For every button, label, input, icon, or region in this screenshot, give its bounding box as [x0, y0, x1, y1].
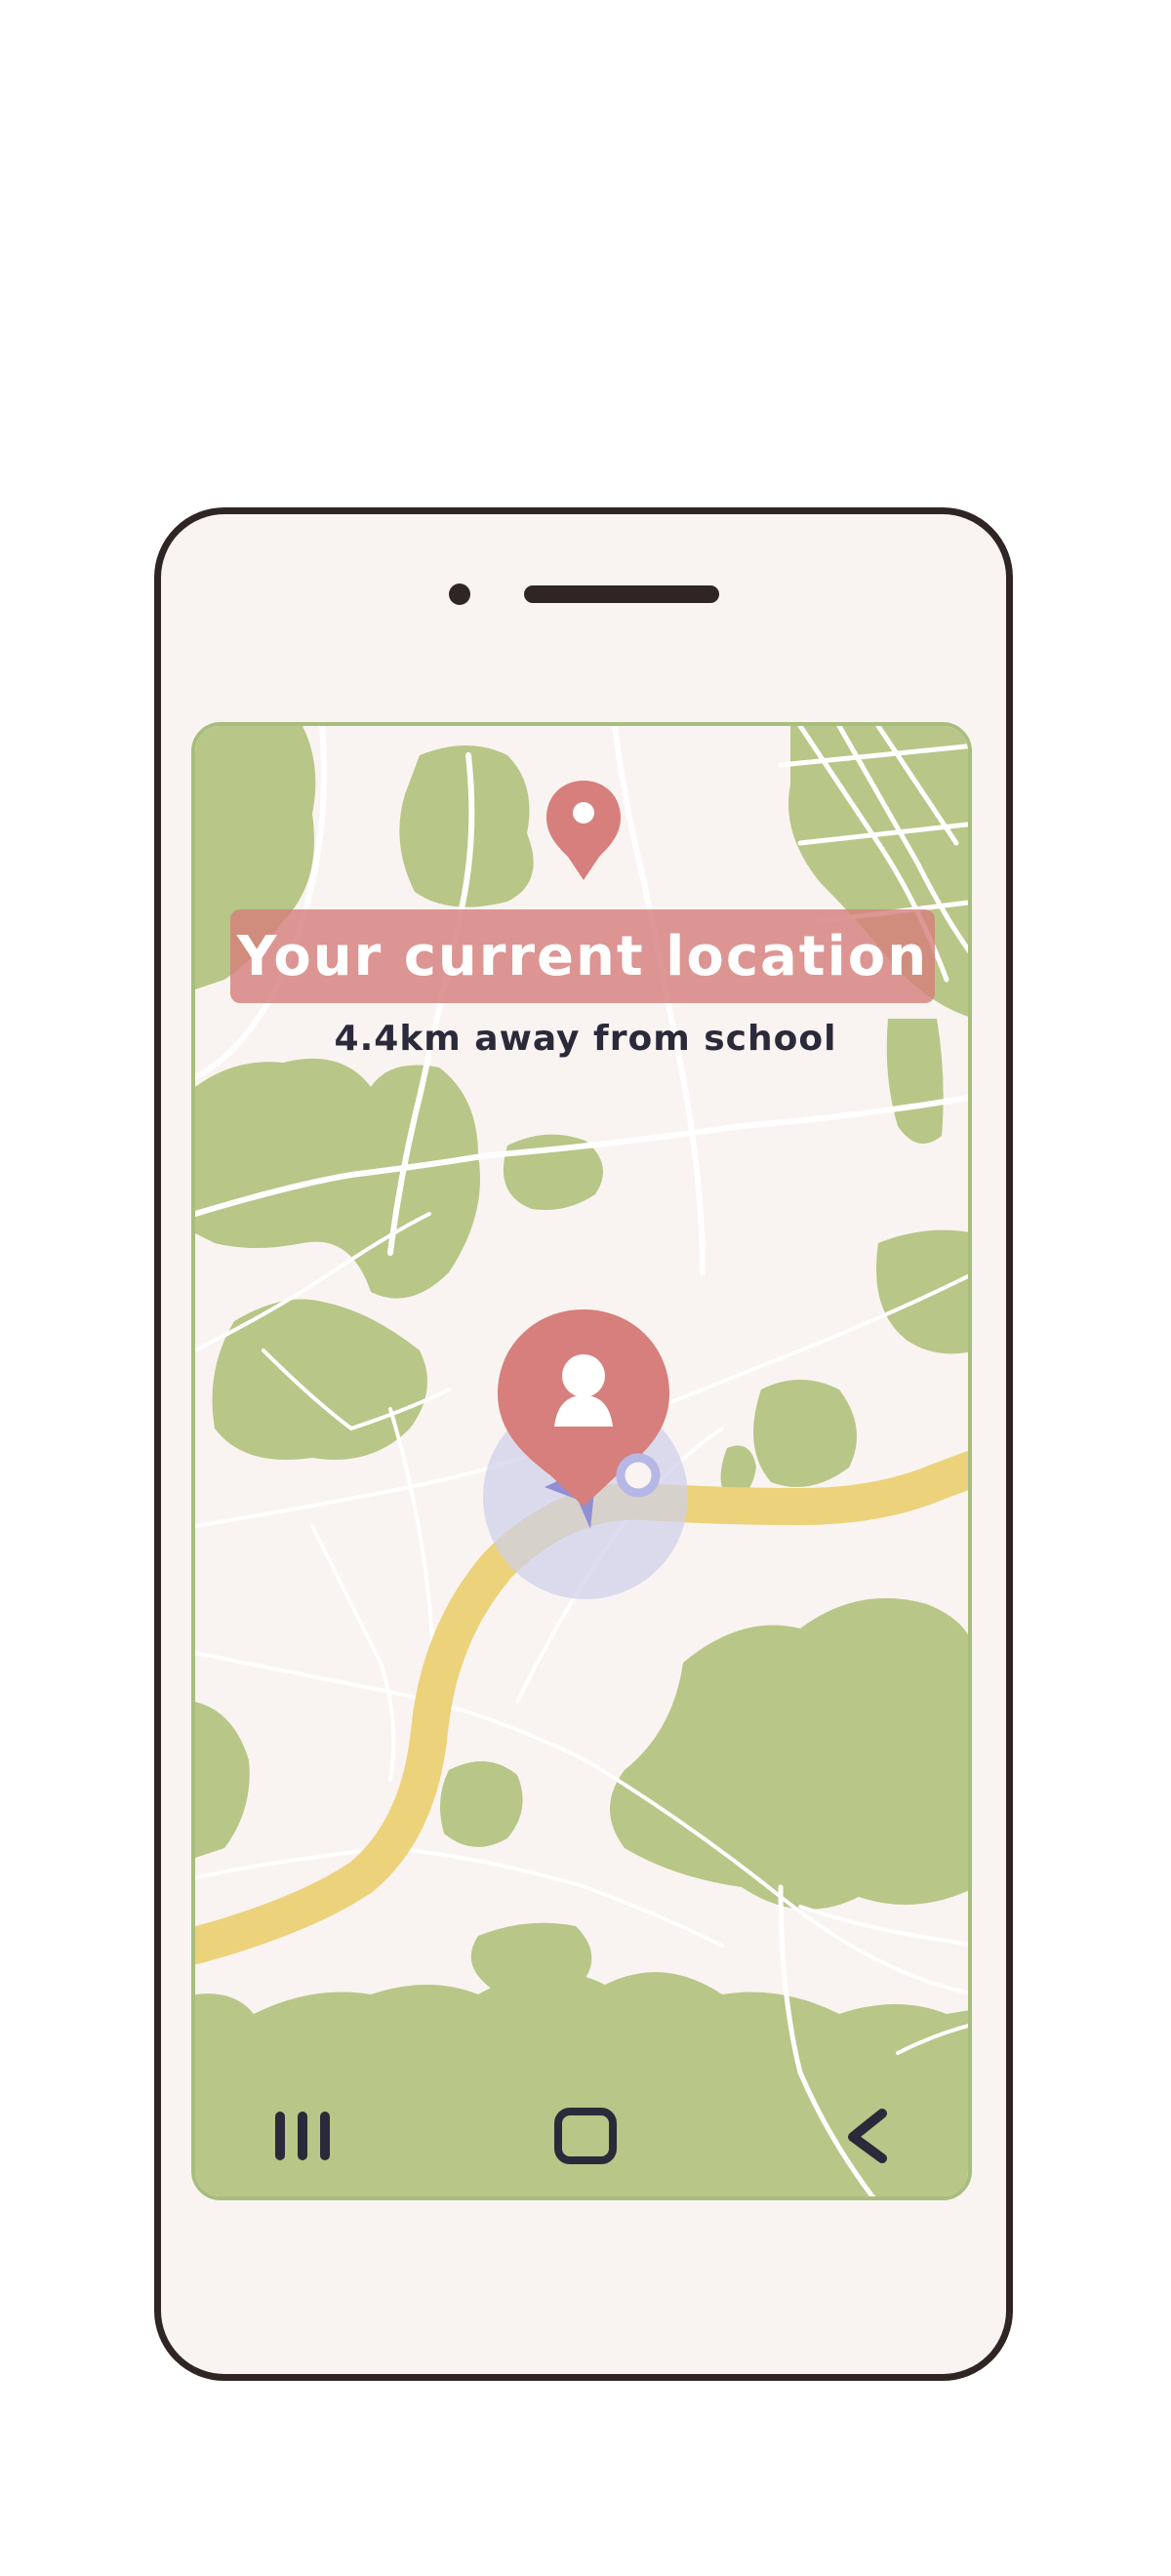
back-icon: [848, 2109, 887, 2163]
map-screen[interactable]: Your current location 4.4km away from sc…: [191, 722, 972, 2200]
recents-icon: [275, 2112, 330, 2160]
recents-button[interactable]: [244, 2082, 361, 2190]
location-banner: Your current location: [230, 909, 935, 1003]
park-area: [440, 1761, 523, 1847]
banner-title: Your current location: [236, 924, 929, 988]
front-camera-icon: [449, 584, 470, 605]
distance-label: 4.4km away from school: [334, 1019, 837, 1059]
back-button[interactable]: [810, 2082, 927, 2190]
home-icon: [554, 2108, 617, 2164]
app-stage: Your current location 4.4km away from sc…: [0, 0, 1171, 2576]
home-button[interactable]: [527, 2082, 644, 2190]
earpiece-speaker: [524, 585, 719, 603]
system-nav-bar: [195, 2082, 968, 2190]
park-area: [753, 1380, 857, 1487]
